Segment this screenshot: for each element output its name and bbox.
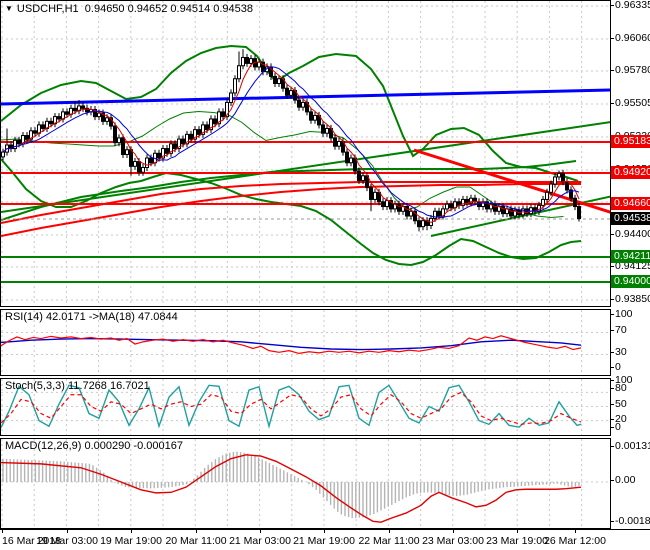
time-tick <box>196 530 197 533</box>
time-tick <box>453 530 454 533</box>
time-tick-label: 20 Mar 11:00 <box>165 535 227 547</box>
macd-scale-label: 0.00 <box>610 474 636 486</box>
macd-indicator-panel[interactable]: MACD(12,26,9) 0.000290 -0.000167 <box>0 438 611 529</box>
price-tick-label: 0.93850 <box>611 293 650 306</box>
stochastic-label: Stoch(5,3,3) 11.7268 16.7021 <box>5 380 150 392</box>
main-chart-panel[interactable]: ▼ USDCHF,H1 0.94650 0.94652 0.94514 0.945… <box>0 0 611 307</box>
main-chart-canvas[interactable] <box>1 1 610 306</box>
time-tick-label: 21 Mar 03:00 <box>229 535 291 547</box>
chart-title-ohlc: 0.94650 0.94652 0.94514 0.94538 <box>84 3 253 15</box>
macd-scale-label: 0.001314 <box>611 440 650 453</box>
time-tick-label: 26 Mar 12:00 <box>544 535 606 547</box>
price-tick-label: 0.94400 <box>611 228 650 241</box>
trading-chart-window: ▼ USDCHF,H1 0.94650 0.94652 0.94514 0.945… <box>0 0 650 550</box>
time-tick-label: 23 Mar 19:00 <box>486 535 548 547</box>
time-axis[interactable]: 16 Mar 2018 19 Mar 03:00 19 Mar 19:00 20 Ma… <box>0 529 650 550</box>
chart-title-symbol: USDCHF,H1 <box>16 3 79 15</box>
stoch-scale-label: 80 <box>611 382 627 394</box>
time-tick-label: 22 Mar 11:00 <box>358 535 420 547</box>
stoch-scale-label: 0 <box>611 421 621 433</box>
macd-scale-label: -0.001867 <box>610 515 650 528</box>
time-tick <box>517 530 518 533</box>
time-tick <box>324 530 325 533</box>
time-tick <box>575 530 576 533</box>
support-price-label: 0.94000 <box>611 275 650 288</box>
rsi-scale-label: 0 <box>611 361 621 373</box>
time-tick <box>260 530 261 533</box>
price-tick-label: 0.95505 <box>611 97 650 110</box>
time-tick-label: 19 Mar 03:00 <box>36 535 98 547</box>
macd-canvas[interactable] <box>1 439 610 528</box>
rsi-scale-label: 70 <box>611 324 627 336</box>
rsi-indicator-panel[interactable]: RSI(14) 42.0171 ->MA(18) 47.0844 <box>0 309 611 376</box>
price-tick-label: 0.96060 <box>611 32 650 45</box>
macd-label: MACD(12,26,9) 0.000290 -0.000167 <box>5 440 183 452</box>
symbol-dropdown-icon[interactable]: ▼ <box>5 4 13 13</box>
time-tick <box>67 530 68 533</box>
chart-title: ▼ USDCHF,H1 0.94650 0.94652 0.94514 0.945… <box>5 3 253 15</box>
current-price-label: 0.94538 <box>611 212 650 225</box>
price-axis[interactable]: 0.963350.960600.957800.955050.952300.949… <box>610 0 650 529</box>
resistance-price-label: 0.94660 <box>611 197 650 210</box>
price-tick-label: 0.95780 <box>611 64 650 77</box>
rsi-label: RSI(14) 42.0171 ->MA(18) 47.0844 <box>5 311 178 323</box>
stoch-scale-label: 50 <box>611 398 627 410</box>
stochastic-indicator-panel[interactable]: Stoch(5,3,3) 11.7268 16.7021 <box>0 378 611 436</box>
time-tick <box>389 530 390 533</box>
resistance-price-label: 0.94920 <box>611 166 650 179</box>
time-tick-label: 19 Mar 19:00 <box>100 535 162 547</box>
resistance-price-label: 0.95183 <box>611 135 650 148</box>
rsi-scale-label: 100 <box>611 308 633 320</box>
price-tick-label: 0.96335 <box>611 0 650 12</box>
time-tick-label: 23 Mar 03:00 <box>422 535 484 547</box>
time-tick-label: 21 Mar 19:00 <box>293 535 355 547</box>
time-tick <box>131 530 132 533</box>
time-tick <box>2 530 3 533</box>
rsi-scale-label: 30 <box>611 346 627 358</box>
support-price-label: 0.94211 <box>611 250 650 263</box>
